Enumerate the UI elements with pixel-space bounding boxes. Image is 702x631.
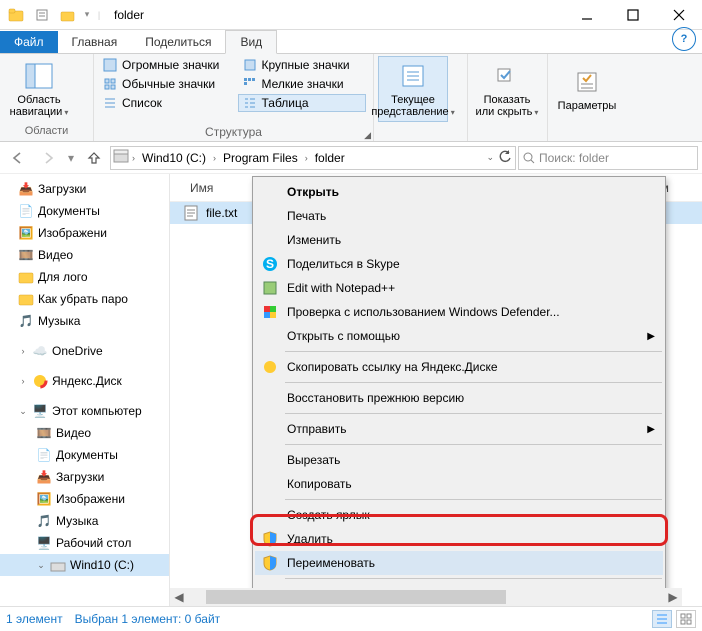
window-title: folder — [114, 8, 144, 22]
skype-icon: S — [261, 255, 279, 273]
layout-normal[interactable]: Обычные значки — [98, 75, 232, 93]
ctx-edit[interactable]: Изменить — [255, 228, 663, 252]
yandex-icon — [261, 358, 279, 376]
ctx-yandex-link[interactable]: Скопировать ссылку на Яндекс.Диске — [255, 355, 663, 379]
ctx-open-with[interactable]: Открыть с помощью▶ — [255, 324, 663, 348]
ctx-notepadpp[interactable]: Edit with Notepad++ — [255, 276, 663, 300]
defender-icon — [261, 303, 279, 321]
status-bar: 1 элемент Выбран 1 элемент: 0 байт — [0, 606, 702, 630]
drive-icon — [113, 148, 129, 167]
tree-drive-c[interactable]: ⌄Wind10 (C:) — [0, 554, 169, 576]
search-icon — [523, 152, 535, 164]
refresh-button[interactable] — [497, 150, 513, 166]
tree-pictures[interactable]: 🖼️Изображени — [0, 222, 169, 244]
shield-icon — [261, 530, 279, 548]
ctx-rename[interactable]: Переименовать — [255, 551, 663, 575]
show-hide-button[interactable]: Показать или скрыть — [472, 56, 542, 122]
ctx-send-to[interactable]: Отправить▶ — [255, 417, 663, 441]
tree-pc-downloads[interactable]: 📥Загрузки — [0, 466, 169, 488]
ctx-print[interactable]: Печать — [255, 204, 663, 228]
search-input[interactable]: Поиск: folder — [518, 146, 698, 170]
shield-icon — [261, 554, 279, 572]
qat-dropdown[interactable]: ▾ — [82, 9, 92, 20]
options-button[interactable]: Параметры — [552, 56, 622, 122]
layout-details[interactable]: Таблица — [238, 94, 366, 112]
forward-button[interactable] — [34, 145, 62, 171]
recent-button[interactable]: ▾ — [64, 145, 78, 171]
group-panes-label: Области — [0, 125, 93, 141]
ctx-cut[interactable]: Вырезать — [255, 448, 663, 472]
navigation-pane: 📥Загрузки 📄Документы 🖼️Изображени 🎞️Виде… — [0, 174, 170, 606]
tree-desktop[interactable]: 🖥️Рабочий стол — [0, 532, 169, 554]
tree-pc-music[interactable]: 🎵Музыка — [0, 510, 169, 532]
layout-large[interactable]: Крупные значки — [238, 56, 366, 74]
submenu-arrow-icon: ▶ — [647, 331, 655, 342]
ctx-create-shortcut[interactable]: Создать ярлык — [255, 503, 663, 527]
nav-pane-button[interactable]: Область навигации — [4, 56, 74, 122]
breadcrumb[interactable]: folder — [311, 149, 349, 167]
close-button[interactable] — [656, 0, 702, 30]
chevron-right-icon[interactable]: › — [212, 153, 217, 163]
chevron-right-icon[interactable]: › — [131, 153, 136, 163]
ribbon: Область навигации Области Огромные значк… — [0, 54, 702, 142]
folder-icon — [4, 4, 28, 26]
tree-pc-video[interactable]: 🎞️Видео — [0, 422, 169, 444]
breadcrumb[interactable]: Program Files — [219, 149, 302, 167]
chevron-right-icon[interactable]: › — [304, 153, 309, 163]
tree-downloads[interactable]: 📥Загрузки — [0, 178, 169, 200]
text-file-icon — [184, 205, 200, 221]
maximize-button[interactable] — [610, 0, 656, 30]
tab-view[interactable]: Вид — [225, 30, 277, 54]
layout-small[interactable]: Мелкие значки — [238, 75, 366, 93]
ribbon-tabs: Файл Главная Поделиться Вид ? — [0, 30, 702, 54]
tree-music[interactable]: 🎵Музыка — [0, 310, 169, 332]
tree-this-pc[interactable]: ⌄🖥️Этот компьютер — [0, 400, 169, 422]
ctx-open[interactable]: Открыть — [255, 180, 663, 204]
status-item-count: 1 элемент — [6, 612, 63, 626]
layout-huge[interactable]: Огромные значки — [98, 56, 232, 74]
tab-home[interactable]: Главная — [58, 31, 132, 53]
tree-folder-howto[interactable]: Как убрать паро — [0, 288, 169, 310]
up-button[interactable] — [80, 145, 108, 171]
tree-pc-pictures[interactable]: 🖼️Изображени — [0, 488, 169, 510]
ctx-delete[interactable]: Удалить — [255, 527, 663, 551]
ctx-skype[interactable]: SПоделиться в Skype — [255, 252, 663, 276]
back-button[interactable] — [4, 145, 32, 171]
help-button[interactable]: ? — [672, 27, 696, 51]
horizontal-scrollbar[interactable]: ◀▶ — [170, 588, 682, 606]
address-bar[interactable]: › Wind10 (C:) › Program Files › folder ⌄ — [110, 146, 516, 170]
status-selection: Выбран 1 элемент: 0 байт — [75, 612, 221, 626]
ctx-restore[interactable]: Восстановить прежнюю версию — [255, 386, 663, 410]
context-menu: Открыть Печать Изменить SПоделиться в Sk… — [252, 176, 666, 606]
tree-onedrive[interactable]: ›☁️OneDrive — [0, 340, 169, 362]
new-folder-qat[interactable] — [56, 4, 80, 26]
current-view-button[interactable]: Текущее представление — [378, 56, 448, 122]
tab-share[interactable]: Поделиться — [131, 31, 225, 53]
tree-pc-documents[interactable]: 📄Документы — [0, 444, 169, 466]
titlebar: ▾ | folder — [0, 0, 702, 30]
tab-file[interactable]: Файл — [0, 31, 58, 53]
submenu-arrow-icon: ▶ — [647, 424, 655, 435]
tree-documents[interactable]: 📄Документы — [0, 200, 169, 222]
group-layout-label: Структура◢ — [94, 125, 373, 141]
file-list-pane: Имя⌃ Дата изменения Тип Разм file.txt 23… — [170, 174, 702, 606]
view-details-icon[interactable] — [652, 610, 672, 628]
ctx-defender[interactable]: Проверка с использованием Windows Defend… — [255, 300, 663, 324]
properties-qat[interactable] — [30, 4, 54, 26]
layout-list[interactable]: Список — [98, 94, 232, 112]
svg-text:S: S — [266, 257, 274, 271]
notepad-icon — [261, 279, 279, 297]
address-dropdown[interactable]: ⌄ — [485, 152, 495, 163]
minimize-button[interactable] — [564, 0, 610, 30]
tree-folder-logo[interactable]: Для лого — [0, 266, 169, 288]
view-thumbnails-icon[interactable] — [676, 610, 696, 628]
tree-yandex-disk[interactable]: ›Яндекс.Диск — [0, 370, 169, 392]
address-row: ▾ › Wind10 (C:) › Program Files › folder… — [0, 142, 702, 174]
breadcrumb[interactable]: Wind10 (C:) — [138, 149, 210, 167]
tree-video[interactable]: 🎞️Видео — [0, 244, 169, 266]
ctx-copy[interactable]: Копировать — [255, 472, 663, 496]
